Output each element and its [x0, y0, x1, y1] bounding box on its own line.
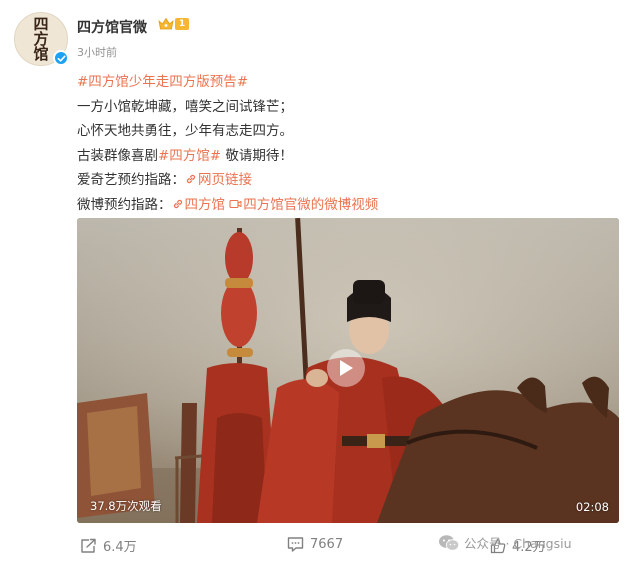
- repost-count: 6.4万: [103, 540, 137, 555]
- link-icon: [173, 199, 182, 209]
- hashtag-link-show[interactable]: #四方馆#: [158, 148, 221, 164]
- post-line-3-prefix: 古装群像喜剧: [77, 147, 158, 164]
- post-line-2: 心怀天地共勇往，少年有志走四方。: [77, 123, 293, 140]
- link-icon: [186, 175, 196, 184]
- weibo-video-label: 四方馆官微的微博视频: [243, 196, 379, 213]
- repost-button[interactable]: 6.4万: [80, 536, 137, 555]
- show-page-label: 四方馆: [184, 196, 226, 213]
- post-line-1: 一方小馆乾坤藏，嘻笑之间试锋芒；: [77, 98, 293, 115]
- video-player[interactable]: 37.8万次观看 02:08: [77, 218, 619, 523]
- view-count: 37.8万次观看: [90, 499, 162, 513]
- weibo-video-link[interactable]: 四方馆官微的微博视频: [229, 197, 378, 213]
- vip-badge[interactable]: 1: [158, 17, 189, 31]
- iqiyi-prefix: 爱奇艺预约指路：: [77, 172, 185, 189]
- post-line-3-suffix: 敬请期待！: [221, 147, 293, 164]
- comment-count: 7667: [310, 536, 344, 552]
- account-name[interactable]: 四方馆官微: [77, 17, 147, 37]
- repost-icon: [81, 538, 96, 553]
- hashtag-link[interactable]: #四方馆少年走四方版预告#: [77, 74, 248, 90]
- crown-icon: [158, 17, 174, 30]
- play-button[interactable]: [327, 349, 365, 387]
- watermark-text: 公众号 · Changsiu: [464, 536, 572, 551]
- avatar[interactable]: 四方馆: [14, 12, 69, 66]
- show-page-link[interactable]: 四方馆: [172, 196, 226, 213]
- comment-icon: [287, 537, 304, 552]
- post-text: #四方馆少年走四方版预告# 一方小馆乾坤藏，嘻笑之间试锋芒； 心怀天地共勇往，少…: [77, 70, 617, 218]
- weibo-prefix: 微博预约指路：: [77, 196, 172, 213]
- play-icon: [340, 360, 353, 376]
- web-link[interactable]: 网页链接: [185, 172, 252, 188]
- weibo-post: 四方馆 四方馆官微 1 3小时前 #四方馆少年走四方版预告# 一方小馆乾坤藏，嘻…: [0, 0, 634, 565]
- verified-icon: [53, 50, 69, 66]
- wechat-icon: [439, 534, 460, 551]
- post-timestamp[interactable]: 3小时前: [77, 44, 117, 60]
- watermark: 公众号 · Changsiu: [438, 533, 572, 552]
- avatar-text: 四方馆: [33, 14, 49, 63]
- web-link-label: 网页链接: [198, 172, 252, 189]
- vip-level: 1: [175, 18, 189, 30]
- comment-button[interactable]: 7667: [287, 536, 343, 552]
- action-bar: 6.4万 7667 4.2万 公众号 · Changsiu: [0, 530, 634, 560]
- video-icon: [229, 199, 242, 209]
- video-duration: 02:08: [575, 500, 609, 514]
